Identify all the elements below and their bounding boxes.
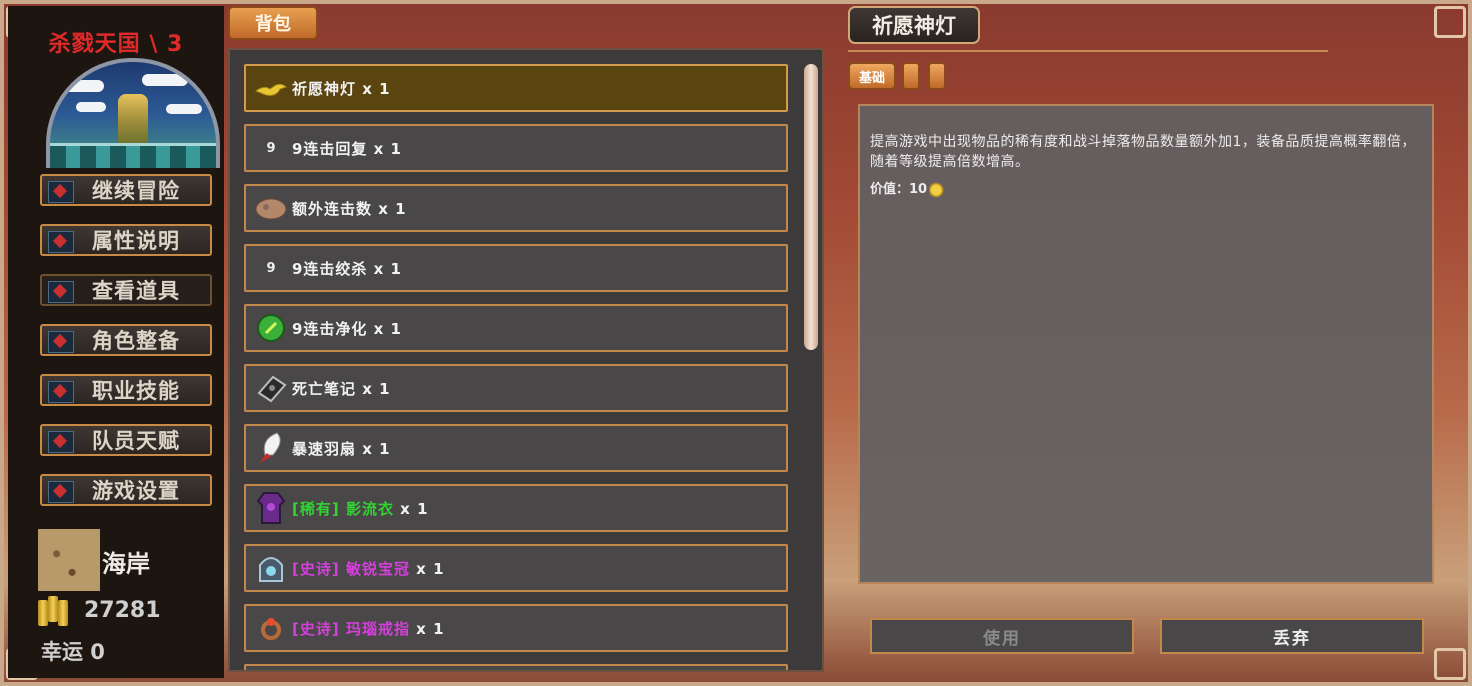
item-value: 价值：10 bbox=[870, 178, 948, 198]
team-talent-button[interactable]: 队员天赋 bbox=[40, 424, 212, 456]
discard-button[interactable]: 丢弃 bbox=[1160, 618, 1424, 654]
game-settings-button[interactable]: 游戏设置 bbox=[40, 474, 212, 506]
robe-icon bbox=[254, 491, 288, 525]
list-item[interactable]: 额外连击数 x 1 bbox=[244, 184, 788, 232]
feather-fan-icon bbox=[254, 431, 288, 465]
item-name: [稀有] 影流衣 x 1 bbox=[292, 499, 429, 518]
item-name: [史诗] 敏锐宝冠 x 1 bbox=[292, 559, 445, 578]
location-thumbnail bbox=[38, 529, 100, 591]
item-name: 祈愿神灯 x 1 bbox=[292, 79, 391, 98]
cloud-shape bbox=[76, 102, 106, 112]
menu-button-label: 角色整备 bbox=[92, 329, 180, 353]
location-name: 海岸 bbox=[102, 550, 150, 578]
tab-empty[interactable] bbox=[928, 62, 946, 90]
list-item[interactable]: 9连击净化 x 1 bbox=[244, 304, 788, 352]
divider bbox=[848, 50, 1328, 52]
tab-backpack[interactable]: 背包 bbox=[228, 6, 318, 40]
item-name: 9连击回复 x 1 bbox=[292, 139, 402, 158]
menu-button-label: 继续冒险 bbox=[92, 179, 180, 203]
list-item[interactable]: 9 9连击回复 x 1 bbox=[244, 124, 788, 172]
inventory-list[interactable]: 祈愿神灯 x 1 9 9连击回复 x 1 额外连击数 x 1 9 9连击绞杀 x… bbox=[228, 48, 824, 672]
item-name: 暴速羽扇 x 1 bbox=[292, 439, 391, 458]
item-description: 提高游戏中出现物品的稀有度和战斗掉落物品数量额外加1，装备品质提高概率翻倍，随着… bbox=[870, 134, 1416, 170]
menu-button-label: 属性说明 bbox=[92, 229, 180, 253]
item-name: 额外连击数 x 1 bbox=[292, 199, 407, 218]
menu-button-label: 查看道具 bbox=[92, 279, 180, 303]
balcony-rail bbox=[50, 143, 216, 168]
class-skills-button[interactable]: 职业技能 bbox=[40, 374, 212, 406]
menu-button-label: 职业技能 bbox=[92, 379, 180, 403]
rock-icon bbox=[254, 191, 288, 225]
menu-button-label: 游戏设置 bbox=[92, 479, 180, 503]
list-item[interactable]: [史诗] 玛瑙戒指 x 1 bbox=[244, 604, 788, 652]
character-equip-button[interactable]: 角色整备 bbox=[40, 324, 212, 356]
cloud-shape bbox=[142, 74, 188, 86]
attribute-info-button[interactable]: 属性说明 bbox=[40, 224, 212, 256]
value-label: 价值： bbox=[870, 182, 910, 197]
list-item[interactable]: [稀有] 影流衣 x 1 bbox=[244, 484, 788, 532]
gold-coin-icon bbox=[929, 181, 948, 198]
book-icon bbox=[254, 371, 288, 405]
combo-digit-icon: 9 bbox=[266, 140, 276, 156]
tab-basic[interactable]: 基础 bbox=[848, 62, 896, 90]
item-name: 9连击净化 x 1 bbox=[292, 319, 402, 338]
portrait-image bbox=[46, 58, 220, 168]
bag-icon bbox=[48, 281, 74, 303]
value-amount: 10 bbox=[909, 182, 928, 197]
list-item[interactable]: 暴速羽扇 x 1 bbox=[244, 424, 788, 472]
item-detail-title: 祈愿神灯 bbox=[848, 6, 980, 44]
use-button[interactable]: 使用 bbox=[870, 618, 1134, 654]
menu-button-label: 队员天赋 bbox=[92, 429, 180, 453]
info-icon bbox=[48, 231, 74, 253]
combo-digit-icon: 9 bbox=[266, 260, 276, 276]
scrollbar-thumb[interactable] bbox=[804, 64, 818, 350]
ring-icon bbox=[254, 611, 288, 645]
cloud-shape bbox=[64, 80, 104, 92]
talent-icon bbox=[48, 431, 74, 453]
item-name: 9连击绞杀 x 1 bbox=[292, 259, 402, 278]
left-menu-panel: 杀戮天国 \ 3 继续冒险 属性说明 查看道具 角色整备 职业技能 队员天赋 游… bbox=[8, 6, 224, 678]
green-orb-icon bbox=[254, 311, 288, 345]
list-item[interactable]: [史诗] 敏锐宝冠 x 1 bbox=[244, 544, 788, 592]
tab-empty[interactable] bbox=[902, 62, 920, 90]
character-icon bbox=[48, 331, 74, 353]
magic-lamp-icon bbox=[254, 71, 288, 105]
map-icon bbox=[48, 181, 74, 203]
corner-ornament bbox=[1434, 6, 1466, 38]
helmet-icon bbox=[254, 551, 288, 585]
item-name: [史诗] 玛瑙戒指 x 1 bbox=[292, 619, 445, 638]
item-name: 死亡笔记 x 1 bbox=[292, 379, 391, 398]
list-item[interactable]: 祈愿神灯 x 1 bbox=[244, 64, 788, 112]
luck-value: 幸运 0 bbox=[41, 640, 105, 664]
item-description-box: 提高游戏中出现物品的稀有度和战斗掉落物品数量额外加1，装备品质提高概率翻倍，随着… bbox=[858, 104, 1434, 584]
cloud-shape bbox=[166, 104, 202, 114]
view-items-button[interactable]: 查看道具 bbox=[40, 274, 212, 306]
corner-ornament bbox=[1434, 648, 1466, 680]
game-title: 杀戮天国 \ 3 bbox=[48, 32, 184, 57]
gear-icon bbox=[48, 481, 74, 503]
gold-coins-icon bbox=[38, 596, 74, 626]
list-item[interactable]: 9 9连击绞杀 x 1 bbox=[244, 244, 788, 292]
list-item[interactable]: 死亡笔记 x 1 bbox=[244, 364, 788, 412]
sword-icon bbox=[48, 381, 74, 403]
continue-adventure-button[interactable]: 继续冒险 bbox=[40, 174, 212, 206]
list-item[interactable] bbox=[244, 664, 788, 670]
gold-amount: 27281 bbox=[84, 598, 161, 623]
